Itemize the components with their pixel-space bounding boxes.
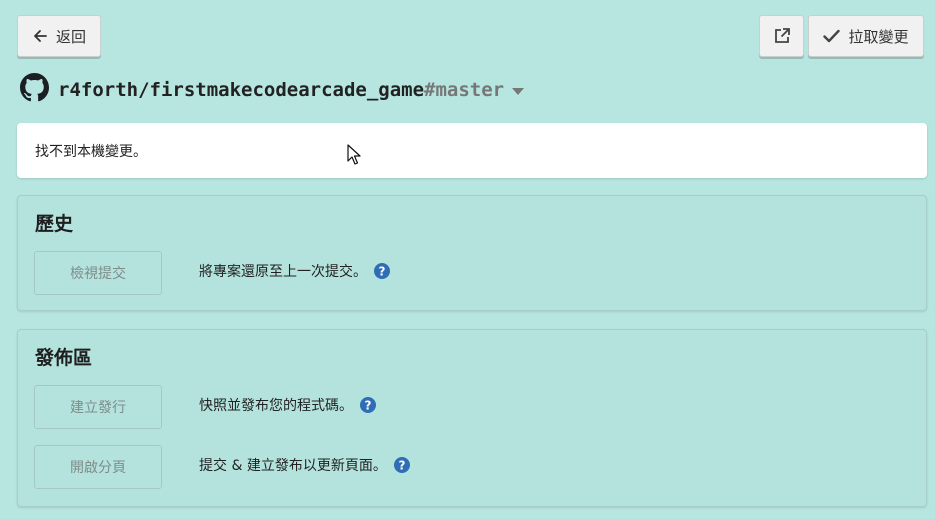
- help-icon[interactable]: ?: [360, 397, 376, 413]
- status-card: 找不到本機變更。: [17, 123, 927, 178]
- create-release-button[interactable]: 建立發行: [34, 385, 162, 429]
- back-button-label: 返回: [55, 27, 86, 46]
- open-branch-description-text: 提交 & 建立發布以更新頁面。: [199, 458, 387, 474]
- check-icon: [823, 29, 841, 43]
- svg-text:?: ?: [398, 459, 405, 473]
- open-branch-button[interactable]: 開啟分頁: [34, 445, 162, 489]
- caret-down-icon[interactable]: [512, 79, 525, 101]
- svg-text:?: ?: [365, 399, 372, 413]
- view-commits-button[interactable]: 檢視提交: [34, 251, 162, 295]
- view-commits-description: 將專案還原至上一次提交。 ?: [199, 260, 390, 282]
- create-release-description: 快照並發布您的程式碼。 ?: [199, 394, 376, 416]
- branch-name[interactable]: #master: [424, 79, 504, 101]
- repo-name: r4forth/firstmakecodearcade_game: [58, 79, 425, 101]
- view-commits-description-text: 將專案還原至上一次提交。: [199, 264, 367, 280]
- svg-text:?: ?: [379, 265, 386, 279]
- open-external-button[interactable]: [759, 15, 804, 57]
- history-title: 歷史: [35, 213, 74, 235]
- help-icon[interactable]: ?: [393, 457, 410, 473]
- pull-changes-label: 拉取變更: [848, 27, 909, 46]
- help-icon[interactable]: ?: [374, 263, 390, 279]
- repo-header: r4forth/firstmakecodearcade_game #master: [20, 73, 525, 107]
- external-link-icon: [773, 27, 791, 45]
- back-button[interactable]: 返回: [17, 15, 101, 57]
- mouse-pointer-icon: [347, 144, 361, 169]
- status-message: 找不到本機變更。: [35, 143, 147, 160]
- arrow-left-icon: [32, 28, 48, 44]
- create-release-description-text: 快照並發布您的程式碼。: [199, 398, 353, 414]
- release-panel: 發佈區 建立發行 快照並發布您的程式碼。 ? 開啟分頁 提交 & 建立發布以更新…: [17, 329, 927, 507]
- release-title: 發佈區: [35, 347, 93, 369]
- open-branch-description: 提交 & 建立發布以更新頁面。 ?: [199, 454, 410, 476]
- pull-changes-button[interactable]: 拉取變更: [808, 15, 924, 57]
- github-icon: [20, 73, 49, 107]
- history-panel: 歷史 檢視提交 將專案還原至上一次提交。 ?: [17, 195, 927, 311]
